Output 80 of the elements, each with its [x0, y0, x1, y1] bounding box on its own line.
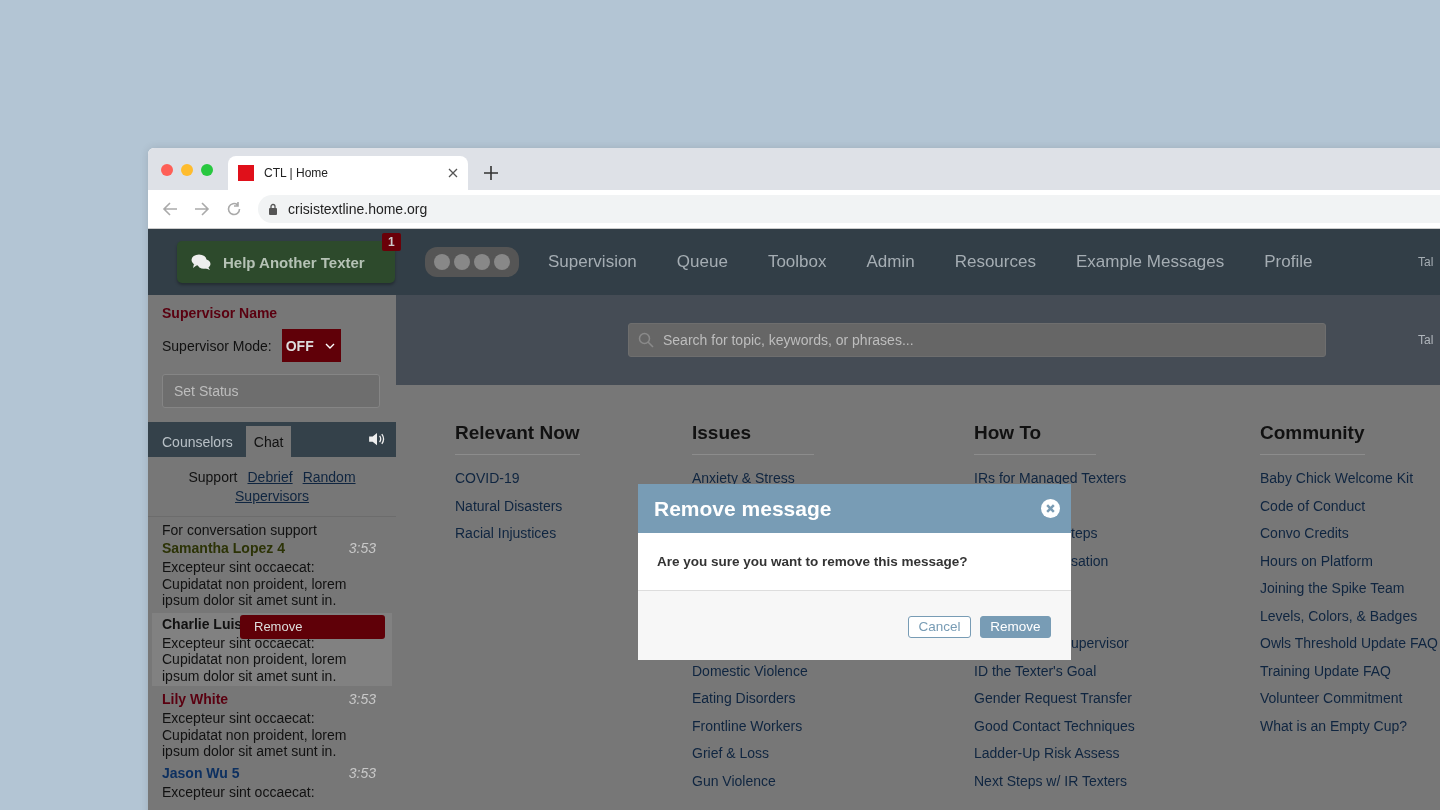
nav-link[interactable]: Resources — [954, 252, 1036, 272]
resource-link[interactable]: Hours on Platform — [1260, 552, 1440, 580]
resource-link[interactable]: Joining the Spike Team — [1260, 580, 1440, 608]
message-preface: For conversation support — [162, 522, 318, 539]
browser-tab[interactable]: CTL | Home — [228, 156, 468, 190]
resource-link[interactable]: Ladder-Up Risk Assess — [974, 745, 1260, 773]
message-text: Excepteur sint occaecat: Cupidatat non proident, lorem ipsum dolor sit amet sunt in. — [162, 710, 348, 760]
search-icon — [638, 332, 654, 348]
tab-title: CTL | Home — [264, 166, 330, 180]
resource-link[interactable]: Code of Conduct — [1260, 497, 1440, 525]
mode-label: Supervisor Mode: — [162, 337, 272, 354]
resource-link[interactable]: Owls Threshold Update FAQ — [1260, 635, 1440, 663]
nav-link[interactable]: Admin — [866, 252, 915, 272]
channel-link[interactable]: Random — [302, 469, 356, 485]
sender-name: Jason Wu 5 — [162, 763, 240, 782]
channel-link[interactable]: Support — [188, 469, 238, 485]
message-time: 3:53 — [348, 539, 376, 557]
resource-link[interactable]: Volunteer Commitment — [1260, 690, 1440, 718]
close-icon[interactable] — [1041, 499, 1060, 518]
nav-link[interactable]: Toolbox — [767, 252, 827, 272]
reload-icon[interactable] — [226, 201, 242, 217]
supervisor-name: Supervisor Name — [162, 305, 279, 321]
maximize-window-icon[interactable] — [201, 164, 213, 176]
close-window-icon[interactable] — [161, 164, 173, 176]
column-heading: How To — [974, 422, 1096, 455]
channel-link[interactable]: Debrief — [247, 469, 293, 485]
resource-link[interactable]: Frontline Workers — [692, 717, 974, 745]
resource-link[interactable]: Good Contact Techniques — [974, 717, 1260, 745]
back-arrow-icon[interactable] — [162, 201, 178, 217]
resource-link[interactable]: Training Update FAQ — [1260, 662, 1440, 690]
search-field[interactable]: Search for topic, keywords, or phrases... — [628, 323, 1326, 357]
nav-link[interactable]: Tal — [1418, 255, 1434, 269]
message-text: Excepteur sint occaecat: — [162, 783, 316, 800]
chevron-down-icon — [324, 342, 335, 349]
sender-name: Charlie Luis — [162, 614, 243, 633]
speaker-icon[interactable] — [368, 432, 386, 446]
minimize-window-icon[interactable] — [181, 164, 193, 176]
resource-link[interactable]: What is an Empty Cup? — [1260, 717, 1440, 745]
column-heading: Issues — [692, 422, 814, 455]
nav-link[interactable]: Profile — [1264, 252, 1313, 272]
forward-arrow-icon[interactable] — [194, 201, 210, 217]
remove-button[interactable]: Remove — [980, 615, 1051, 638]
resource-link[interactable]: Gun Violence — [692, 772, 974, 800]
talk-link[interactable]: Tal — [1418, 333, 1434, 347]
sidebar-tab[interactable]: Counselors — [149, 426, 246, 457]
sender-name: Samantha Lopez 4 — [162, 539, 285, 557]
chat-bubbles-icon — [191, 254, 211, 270]
url-text: crisistextline.home.org — [288, 201, 428, 217]
close-tab-icon[interactable] — [448, 168, 458, 178]
column-heading: Community — [1260, 422, 1365, 455]
channel-link[interactable]: Supervisors — [235, 488, 309, 504]
status-dots-toggle[interactable] — [425, 247, 519, 277]
sender-name: Lily White — [162, 690, 229, 708]
resource-link[interactable]: Next Steps w/ IR Texters — [974, 772, 1260, 800]
resource-link[interactable]: Convo Credits — [1260, 525, 1440, 553]
address-bar[interactable]: crisistextline.home.org — [258, 195, 1440, 223]
message-text: Excepteur sint occaecat: Cupidatat non proident, lorem ipsum dolor sit amet sunt in. — [162, 559, 348, 609]
column-heading: Relevant Now — [455, 422, 580, 455]
message-time: 3:53 — [348, 763, 376, 782]
message-time: 3:53 — [348, 690, 376, 708]
lock-icon — [268, 203, 278, 215]
dialog-title: Remove message — [654, 496, 832, 521]
remove-button[interactable]: Remove — [240, 614, 385, 639]
resource-link[interactable]: Domestic Violence — [692, 662, 974, 690]
resource-link[interactable]: Levels, Colors, & Badges — [1260, 607, 1440, 635]
nav-link[interactable]: Example Messages — [1075, 252, 1225, 272]
notification-badge: 1 — [382, 233, 401, 251]
mode-dropdown[interactable]: OFF — [281, 329, 341, 362]
resource-link[interactable]: Grief & Loss — [692, 745, 974, 773]
new-tab-icon[interactable] — [484, 166, 498, 180]
status-field[interactable]: Set Status — [162, 374, 380, 408]
resource-link[interactable]: Gender Request Transfer — [974, 690, 1260, 718]
resource-link[interactable]: Baby Chick Welcome Kit — [1260, 470, 1440, 498]
sidebar-tab[interactable]: Chat — [245, 426, 292, 457]
resource-link[interactable]: ID the Texter's Goal — [974, 662, 1260, 690]
favicon-icon — [238, 165, 254, 181]
resource-link[interactable]: Eating Disorders — [692, 690, 974, 718]
nav-link[interactable]: Supervision — [548, 252, 637, 272]
cancel-button[interactable]: Cancel — [908, 615, 971, 638]
nav-link[interactable]: Queue — [676, 252, 728, 272]
